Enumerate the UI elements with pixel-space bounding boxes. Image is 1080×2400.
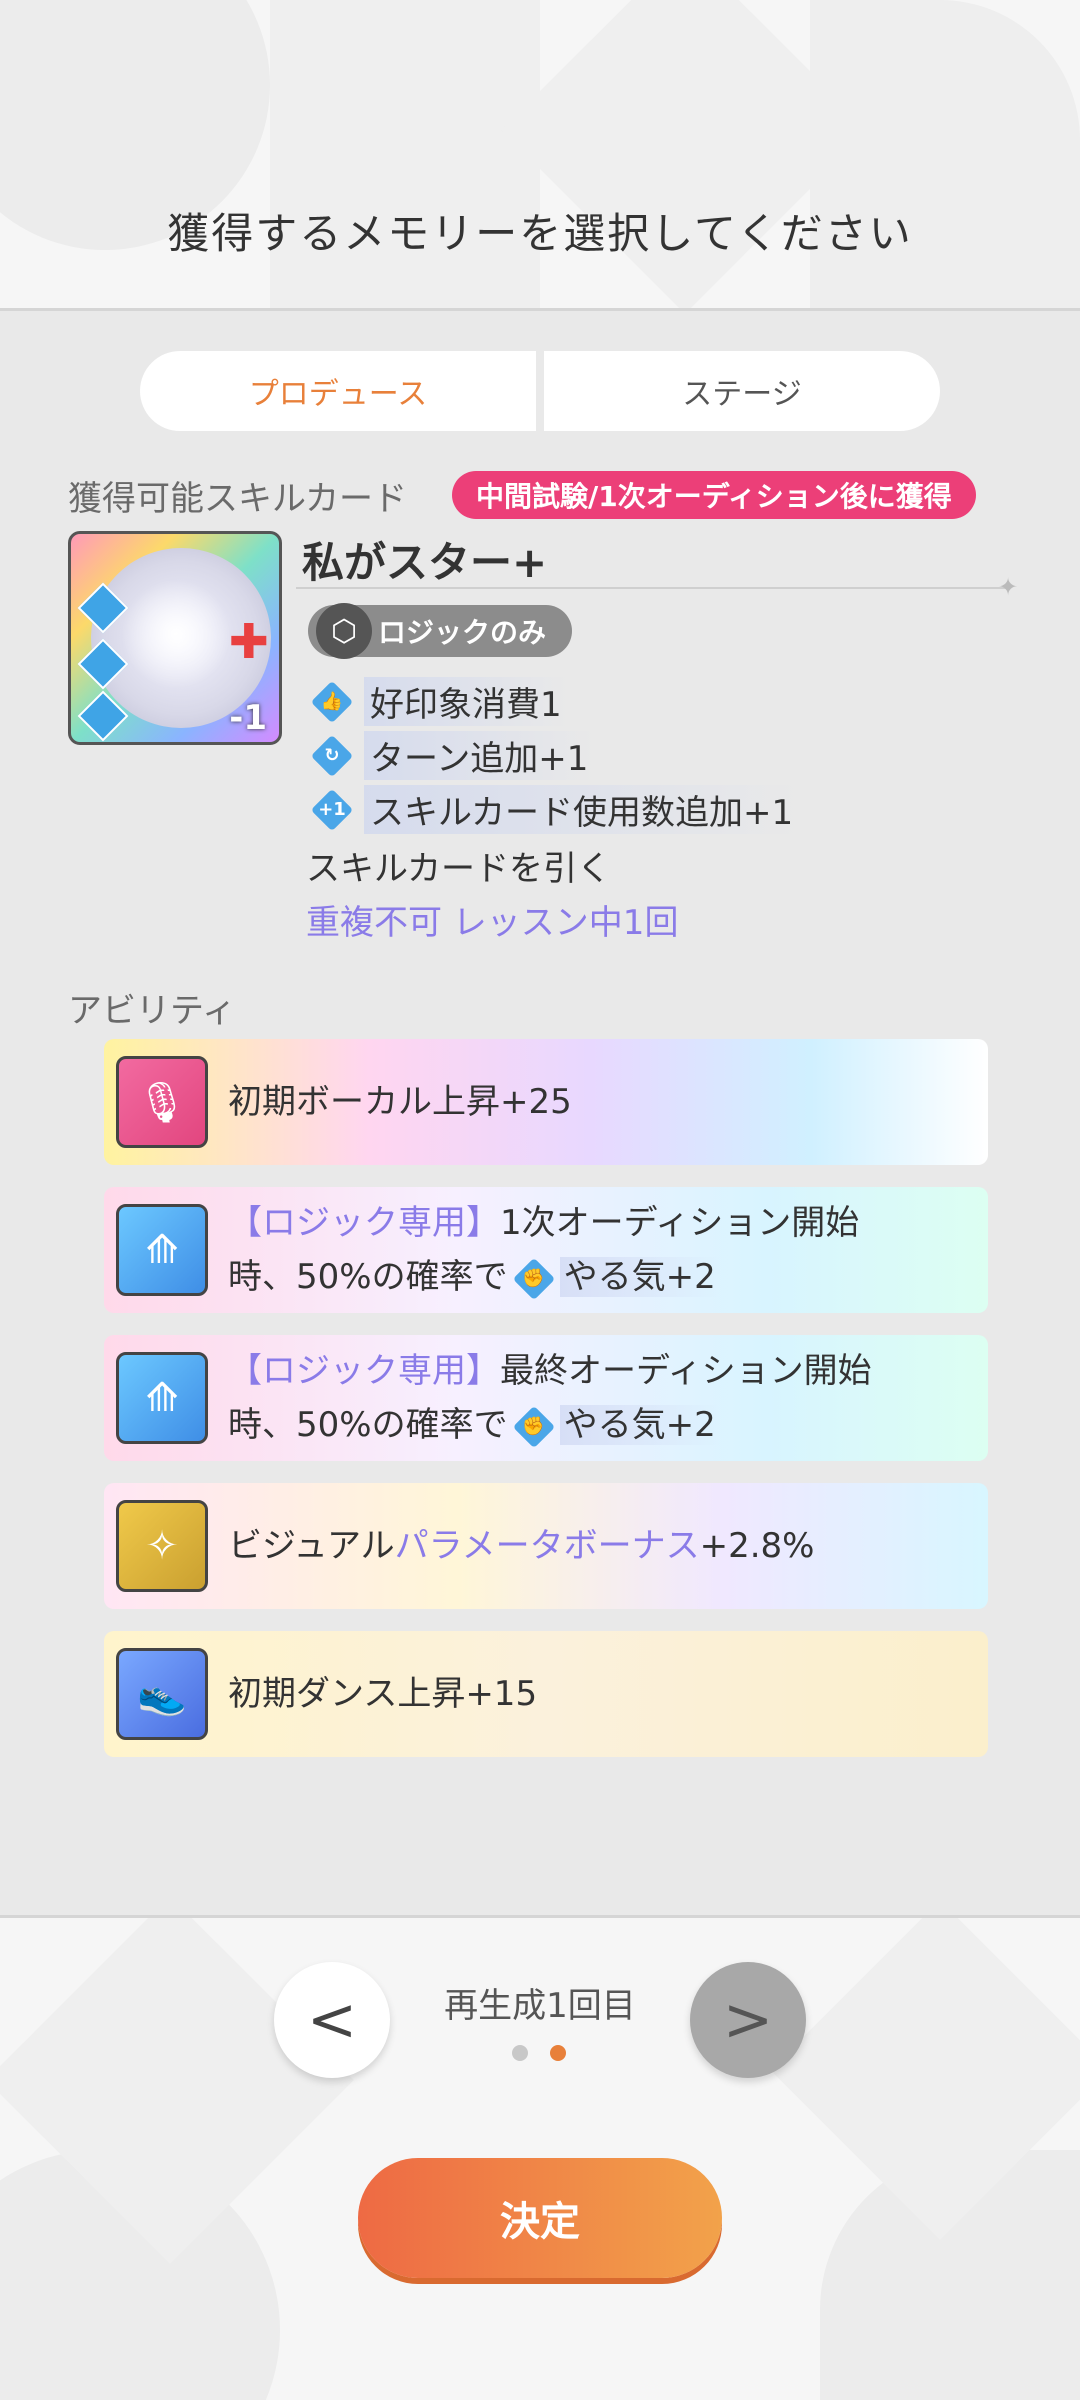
ability-text: 【ロジック専用】最終オーディション開始 時、50%の確率で ✊ やる気+2 xyxy=(228,1351,872,1447)
turn-add-icon: ↻ xyxy=(312,736,352,776)
tab-bar: プロデュース ステージ xyxy=(140,351,940,431)
effect-text: 好印象消費1 xyxy=(364,677,568,726)
tab-produce[interactable]: プロデュース xyxy=(140,351,536,431)
page-indicator xyxy=(512,2045,566,2061)
skill-card-name: 私がスター+ xyxy=(302,538,548,587)
visual-icon: ✧ xyxy=(116,1500,208,1592)
skill-card-image[interactable]: ✚ -1 xyxy=(68,531,282,745)
ability-item[interactable]: ⟰ 【ロジック専用】1次オーディション開始 時、50%の確率で ✊ やる気+2 xyxy=(104,1187,988,1313)
acquire-timing-badge: 中間試験/1次オーディション後に獲得 xyxy=(452,471,976,519)
ability-text: 初期ボーカル上昇+25 xyxy=(228,1082,572,1122)
microphone-icon: 🎙 xyxy=(116,1056,208,1148)
logic-chevron-icon: ⟰ xyxy=(116,1204,208,1296)
effect-text: スキルカード使用数追加+1 xyxy=(364,785,800,834)
page-title: 獲得するメモリーを選択してください xyxy=(167,209,913,258)
tab-stage[interactable]: ステージ xyxy=(544,351,940,431)
ability-item[interactable]: ✧ ビジュアルパラメータボーナス+2.8% xyxy=(104,1483,988,1609)
ability-item[interactable]: ⟰ 【ロジック専用】最終オーディション開始 時、50%の確率で ✊ やる気+2 xyxy=(104,1335,988,1461)
ability-item[interactable]: 🎙 初期ボーカル上昇+25 xyxy=(104,1039,988,1165)
ability-section-label: アビリティ xyxy=(68,991,236,1031)
regen-count-label: 再生成1回目 xyxy=(444,1986,636,2026)
plus-one-icon: +1 xyxy=(312,790,352,830)
effect-row: 👍 好印象消費1 xyxy=(312,677,568,726)
ability-text: 【ロジック専用】1次オーディション開始 時、50%の確率で ✊ やる気+2 xyxy=(228,1203,860,1299)
logic-chevron-icon: ⟰ xyxy=(116,1352,208,1444)
next-button[interactable]: > xyxy=(690,1962,806,2078)
fist-icon: ✊ xyxy=(514,1407,554,1447)
effect-row: ↻ ターン追加+1 xyxy=(312,731,595,780)
ability-item[interactable]: 👟 初期ダンス上昇+15 xyxy=(104,1631,988,1757)
ability-text: ビジュアルパラメータボーナス+2.8% xyxy=(228,1526,815,1566)
decide-button[interactable]: 決定 xyxy=(358,2158,722,2278)
divider xyxy=(296,587,1006,589)
sparkle-icon: ✦ xyxy=(998,573,1019,601)
plus-icon: ✚ xyxy=(228,614,269,670)
card-cost-badge: -1 xyxy=(229,698,267,738)
fist-icon: ✊ xyxy=(514,1259,554,1299)
skill-card-section-label: 獲得可能スキルカード xyxy=(68,479,407,519)
memory-detail-panel: プロデュース ステージ 獲得可能スキルカード 中間試験/1次オーディション後に獲… xyxy=(0,308,1080,1918)
dance-icon: 👟 xyxy=(116,1648,208,1740)
logic-cube-icon: ⬡ xyxy=(316,603,372,659)
effect-row: +1 スキルカード使用数追加+1 xyxy=(312,785,800,834)
page-dot xyxy=(512,2045,528,2061)
draw-card-text: スキルカードを引く xyxy=(306,849,611,889)
effect-text: ターン追加+1 xyxy=(364,731,595,780)
thumb-up-icon: 👍 xyxy=(312,682,352,722)
page-dot-active xyxy=(550,2045,566,2061)
usage-limit-text: 重複不可 レッスン中1回 xyxy=(306,903,679,943)
ability-text: 初期ダンス上昇+15 xyxy=(228,1674,538,1714)
